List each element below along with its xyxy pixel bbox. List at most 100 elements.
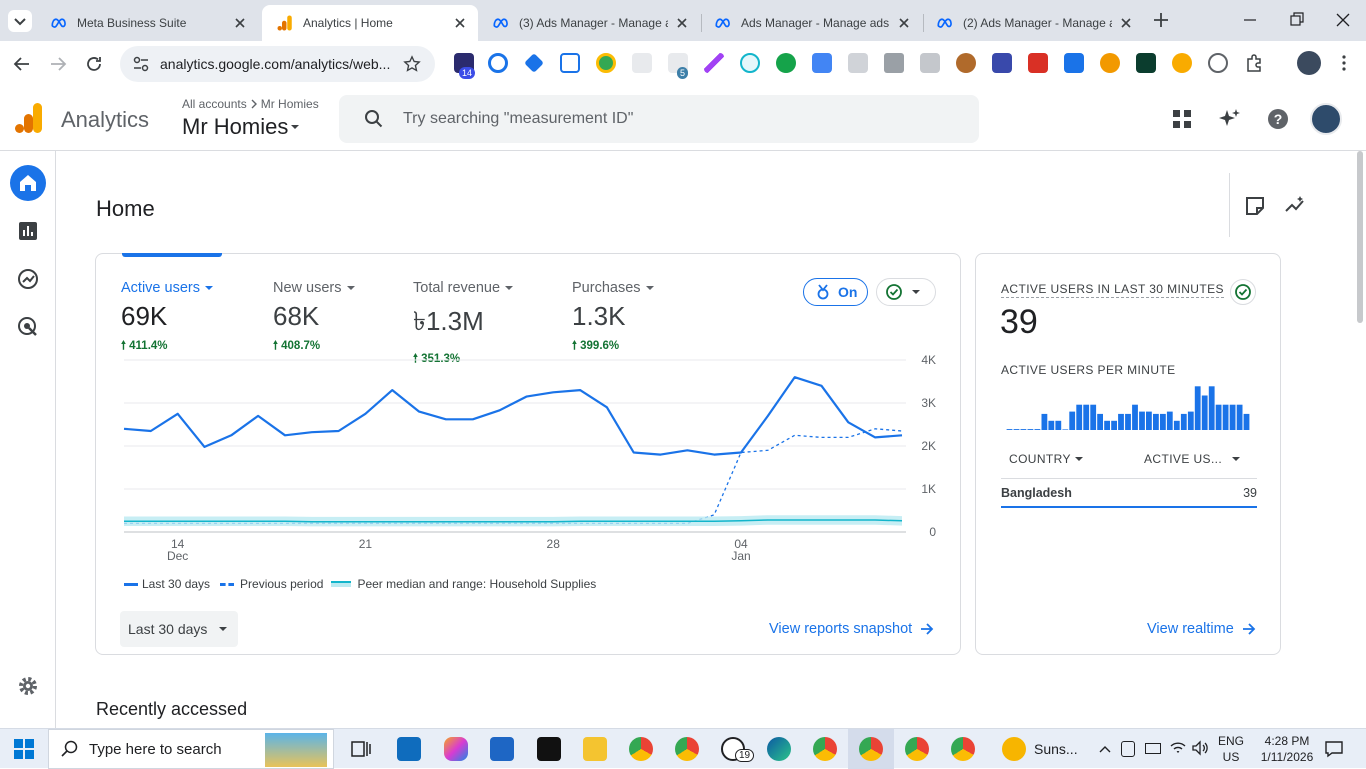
forward-arrow-icon[interactable] [47,53,69,75]
help-icon[interactable]: ? [1266,107,1290,131]
metric-new-users[interactable]: New users 68K 🠕 408.7% [273,280,360,357]
extension-icon[interactable] [1100,53,1120,73]
property-selector[interactable]: Mr Homies [182,114,302,140]
extension-icon[interactable] [632,53,652,73]
address-bar[interactable]: analytics.google.com/analytics/web... [120,46,435,82]
account-avatar[interactable] [1310,103,1342,135]
translate-icon[interactable] [812,53,832,73]
weather-text[interactable]: Suns... [1034,741,1078,757]
extension-icon[interactable] [1172,53,1192,73]
tab-ads-manager[interactable]: Ads Manager - Manage ads [700,5,922,41]
chrome-icon[interactable] [905,737,929,761]
chrome-icon[interactable] [951,737,975,761]
extension-icon[interactable] [1208,53,1228,73]
comparison-toggle[interactable]: On [803,278,869,306]
wifi-icon[interactable] [1169,739,1187,757]
view-realtime-link[interactable]: View realtime [1147,621,1256,637]
chrome-icon[interactable] [675,737,699,761]
minimize-icon[interactable] [1240,10,1260,30]
customize-card-icon[interactable] [1244,195,1266,217]
extension-icon[interactable] [992,53,1012,73]
data-quality-menu[interactable] [876,278,936,306]
metric-purchases[interactable]: Purchases 1.3K 🠕 399.6% [572,280,659,357]
view-reports-snapshot-link[interactable]: View reports snapshot [769,621,934,637]
extension-icon[interactable] [524,53,544,73]
date-range-selector[interactable]: Last 30 days [120,611,238,647]
windows-start-icon[interactable] [14,739,34,759]
search-bar[interactable]: Try searching "measurement ID" [339,95,979,143]
new-tab-icon[interactable] [1151,10,1171,30]
close-icon[interactable] [232,15,248,31]
puzzle-icon[interactable] [1244,53,1264,73]
camera-icon[interactable] [884,53,904,73]
task-view-icon[interactable] [349,737,373,761]
copilot-icon[interactable] [444,737,468,761]
settings-gear-icon[interactable] [17,675,39,697]
tab-ads-manager-3[interactable]: (3) Ads Manager - Manage ads [478,5,700,41]
chrome-icon[interactable] [859,737,883,761]
close-icon[interactable] [896,15,912,31]
outlook-icon[interactable] [397,737,421,761]
extension-icon[interactable] [920,53,940,73]
extension-icon[interactable] [488,53,508,73]
extension-icon[interactable] [1028,53,1048,73]
metric-active-users[interactable]: Active users 69K 🠕 411.4% [121,280,218,357]
chrome-icon[interactable] [629,737,653,761]
tab-search-button[interactable] [8,10,32,32]
home-icon [20,175,36,191]
breadcrumb-account[interactable]: Mr Homies [261,97,319,111]
table-row[interactable]: Bangladesh 39 [1001,484,1257,508]
extension-icon[interactable] [740,53,760,73]
close-icon[interactable] [674,15,690,31]
file-explorer-icon[interactable] [583,737,607,761]
extension-icon[interactable] [596,53,616,73]
close-icon[interactable] [452,15,468,31]
grammarly-icon[interactable] [776,53,796,73]
extension-icon[interactable] [704,53,724,73]
restore-icon[interactable] [1287,10,1307,30]
close-icon[interactable] [1118,15,1134,31]
taskbar-search[interactable]: Type here to search [48,729,334,769]
bookmark-star-icon[interactable] [403,55,421,73]
language-indicator[interactable]: ENG US [1218,733,1244,765]
cookie-icon[interactable] [956,53,976,73]
notification-icon[interactable] [1324,739,1344,759]
sparkle-icon[interactable] [1218,107,1242,131]
reports-icon[interactable] [18,221,38,241]
volume-icon[interactable] [1191,739,1209,757]
extension-icon[interactable] [1064,53,1084,73]
chevron-up-icon[interactable] [1097,741,1113,757]
country-column-header[interactable]: COUNTRY [1009,452,1087,466]
capcut-icon[interactable] [537,737,561,761]
device-icon[interactable] [1121,741,1135,757]
advertising-icon[interactable] [17,316,39,338]
edge-icon[interactable] [767,737,791,761]
chrome-icon[interactable] [813,737,837,761]
apps-grid-icon[interactable] [1170,107,1194,131]
extension-badge: 5 [677,67,689,79]
realtime-status[interactable] [1230,279,1256,305]
battery-icon[interactable] [1145,743,1161,754]
extension-icon[interactable] [560,53,580,73]
tab-ads-manager-2[interactable]: (2) Ads Manager - Manage ads [922,5,1144,41]
profile-avatar[interactable] [1297,51,1321,75]
page-scrollbar[interactable] [1357,151,1363,323]
nav-home[interactable] [10,165,46,201]
active-users-column-header[interactable]: ACTIVE US... [1144,452,1244,466]
site-info-icon[interactable] [132,55,150,73]
clock[interactable]: 4:28 PM 1/11/2026 [1254,733,1320,765]
window-close-icon[interactable] [1333,10,1353,30]
explore-icon[interactable] [17,268,39,290]
weather-icon[interactable] [1002,737,1026,761]
breadcrumb-all-accounts[interactable]: All accounts [182,97,247,111]
back-arrow-icon[interactable] [11,53,33,75]
extension-icon[interactable] [848,53,868,73]
more-vert-icon[interactable] [1334,53,1354,73]
tab-analytics-home[interactable]: Analytics | Home [262,5,478,41]
reload-icon[interactable] [83,53,105,75]
caret-down-icon [346,286,355,290]
tab-meta-business-suite[interactable]: Meta Business Suite [36,5,258,41]
store-icon[interactable] [490,737,514,761]
insights-icon[interactable] [1283,193,1307,217]
extension-icon[interactable] [1136,53,1156,73]
